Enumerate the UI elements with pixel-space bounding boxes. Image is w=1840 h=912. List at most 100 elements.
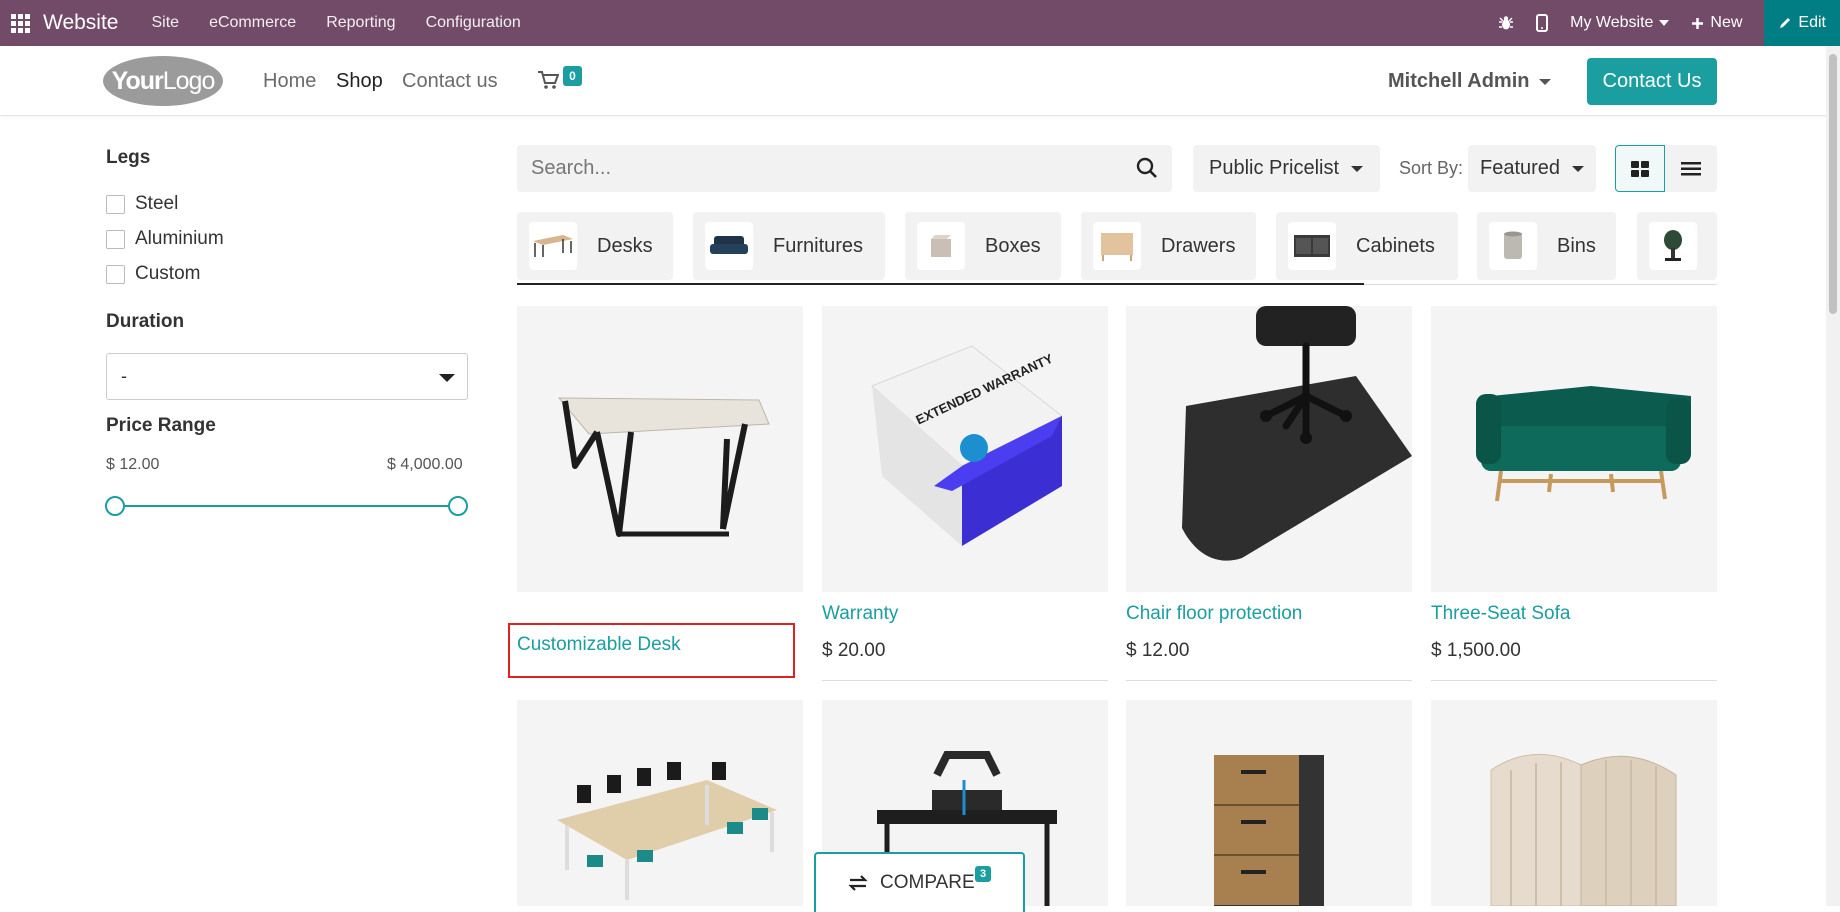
sort-value: Featured — [1480, 157, 1561, 179]
edit-label: Edit — [1798, 14, 1826, 31]
sort-dropdown[interactable]: Featured — [1468, 145, 1596, 192]
category-label: Drawers — [1161, 234, 1236, 257]
site-header: Your Logo Home Shop Contact us 0 Mitchell… — [0, 46, 1840, 116]
category-label: Boxes — [985, 234, 1041, 257]
price-max-label: $ 4,000.00 — [387, 456, 463, 473]
menu-site[interactable]: Site — [151, 14, 179, 32]
new-button[interactable]: New — [1691, 14, 1742, 32]
debug-icon[interactable] — [1498, 15, 1514, 31]
cart-count-badge: 0 — [563, 66, 582, 86]
product-image-chair-floor-protection[interactable] — [1126, 306, 1412, 592]
product-image-drawer-cabinet[interactable] — [1126, 700, 1412, 906]
highlight-box — [508, 623, 795, 678]
chevron-down-icon — [1572, 165, 1585, 172]
drawer-thumbnail — [1093, 222, 1141, 270]
category-cabinets[interactable]: Cabinets — [1276, 212, 1458, 280]
chevron-down-icon — [1351, 165, 1364, 172]
sort-by-label: Sort By: — [1399, 158, 1464, 178]
website-selector[interactable]: My Website — [1570, 14, 1670, 32]
website-selector-label: My Website — [1570, 14, 1654, 31]
legs-option-custom[interactable]: Custom — [106, 263, 200, 285]
product-search-input[interactable]: Search... — [517, 145, 1172, 192]
legs-filter-title: Legs — [106, 147, 151, 168]
nav-shop[interactable]: Shop — [336, 70, 383, 93]
nav-home[interactable]: Home — [263, 70, 316, 93]
product-name-chair-floor-protection[interactable]: Chair floor protection — [1126, 603, 1302, 625]
compare-count-badge: 3 — [975, 866, 991, 882]
user-name: Mitchell Admin — [1388, 70, 1530, 92]
grid-view-button[interactable] — [1615, 145, 1665, 192]
product-divider — [822, 680, 1108, 681]
bin-thumbnail — [1489, 222, 1537, 270]
desk-thumbnail — [529, 222, 577, 270]
edit-button[interactable]: Edit — [1764, 0, 1840, 46]
plus-icon — [1692, 17, 1704, 29]
apps-menu-icon[interactable] — [0, 0, 40, 46]
checkbox[interactable] — [106, 194, 125, 214]
category-drawers[interactable]: Drawers — [1081, 212, 1256, 280]
user-menu[interactable]: Mitchell Admin — [1388, 70, 1552, 93]
category-furnitures[interactable]: Furnitures — [693, 212, 885, 280]
logo-text-bold: Your — [111, 66, 164, 95]
legs-option-label: Steel — [135, 193, 179, 214]
list-view-button[interactable] — [1665, 145, 1717, 192]
category-label: Cabinets — [1356, 234, 1435, 257]
menu-reporting[interactable]: Reporting — [326, 14, 395, 32]
exchange-icon — [848, 875, 868, 891]
category-scroll-indicator[interactable] — [517, 283, 1364, 285]
page-scrollbar[interactable] — [1826, 46, 1840, 906]
scrollbar-thumb[interactable] — [1829, 54, 1837, 314]
search-icon[interactable] — [1136, 157, 1158, 185]
checkbox[interactable] — [106, 264, 125, 284]
cabinet-thumbnail — [1288, 222, 1336, 270]
price-min-label: $ 12.00 — [106, 456, 160, 473]
product-divider — [1431, 680, 1717, 681]
product-name-three-seat-sofa[interactable]: Three-Seat Sofa — [1431, 603, 1570, 625]
category-label: Desks — [597, 234, 653, 257]
pricelist-dropdown[interactable]: Public Pricelist — [1193, 145, 1380, 192]
nav-contact-us[interactable]: Contact us — [402, 70, 498, 93]
admin-topbar: Website Site eCommerce Reporting Configu… — [0, 0, 1840, 46]
category-bins[interactable]: Bins — [1477, 212, 1616, 280]
compare-button[interactable]: COMPARE — [814, 852, 1025, 912]
category-boxes[interactable]: Boxes — [905, 212, 1061, 280]
product-divider — [1126, 680, 1412, 681]
cart-icon[interactable] — [537, 70, 560, 95]
app-name[interactable]: Website — [43, 11, 118, 35]
pricelist-label: Public Pricelist — [1209, 157, 1340, 179]
product-name-warranty[interactable]: Warranty — [822, 603, 898, 625]
site-logo[interactable]: Your Logo — [103, 56, 223, 106]
menu-configuration[interactable]: Configuration — [426, 14, 521, 32]
product-image-warranty[interactable]: EXTENDED WARRANTY — [822, 306, 1108, 592]
mobile-preview-icon[interactable] — [1536, 14, 1549, 32]
legs-option-label: Aluminium — [135, 228, 224, 249]
product-image-three-seat-sofa[interactable] — [1431, 306, 1717, 592]
search-placeholder: Search... — [531, 157, 612, 179]
chevron-down-icon — [1539, 78, 1552, 85]
price-range-min-handle[interactable] — [105, 496, 125, 516]
checkbox[interactable] — [106, 229, 125, 249]
product-price-chair-floor-protection: $ 12.00 — [1126, 640, 1190, 661]
chevron-down-icon — [1659, 20, 1670, 26]
list-icon — [1681, 161, 1701, 175]
legs-option-label: Custom — [135, 263, 201, 284]
duration-select[interactable]: - — [106, 353, 468, 400]
chevron-down-icon — [439, 374, 455, 382]
contact-us-button[interactable]: Contact Us — [1587, 58, 1717, 105]
pencil-icon — [1780, 18, 1791, 28]
legs-option-steel[interactable]: Steel — [106, 193, 178, 215]
category-lamps[interactable] — [1637, 212, 1717, 280]
category-desks[interactable]: Desks — [517, 212, 673, 280]
price-range-title: Price Range — [106, 415, 216, 436]
new-label: New — [1710, 14, 1743, 31]
product-image-acoustic-screen[interactable] — [1431, 700, 1717, 906]
menu-ecommerce[interactable]: eCommerce — [209, 14, 296, 32]
duration-value: - — [121, 366, 127, 386]
legs-option-aluminium[interactable]: Aluminium — [106, 228, 224, 250]
grid-icon — [1631, 160, 1649, 177]
product-price-warranty: $ 20.00 — [822, 640, 886, 661]
box-thumbnail — [917, 222, 965, 270]
price-range-max-handle[interactable] — [448, 496, 468, 516]
product-image-customizable-desk[interactable] — [517, 306, 803, 592]
product-image-conference-table[interactable] — [517, 700, 803, 906]
